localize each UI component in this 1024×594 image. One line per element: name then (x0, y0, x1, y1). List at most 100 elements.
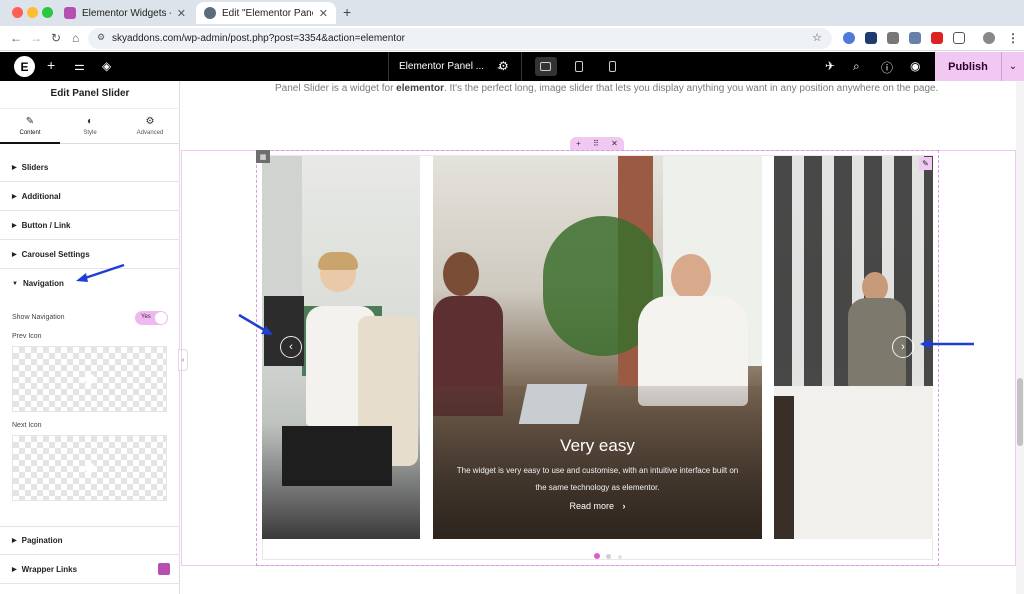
tablet-view-button[interactable] (568, 57, 590, 76)
caret-right-icon: ▶ (12, 566, 17, 573)
read-more-link[interactable]: Read more › (433, 501, 762, 511)
preview-eye-icon[interactable]: ◉ (910, 59, 920, 73)
show-navigation-label: Show Navigation (12, 314, 65, 321)
desktop-view-button[interactable] (535, 57, 557, 76)
caret-right-icon: ▶ (12, 222, 17, 229)
section-label: Pagination (21, 536, 63, 545)
section-label: Carousel Settings (21, 249, 90, 259)
structure-layers-icon[interactable]: ◈ (102, 59, 111, 73)
caret-right-icon: ▶ (12, 538, 17, 544)
tab-advanced[interactable]: ⚙ Advanced (120, 109, 180, 144)
mobile-view-button[interactable] (602, 57, 624, 76)
contrast-icon: ◐ (86, 116, 94, 127)
prev-icon-picker[interactable] (12, 346, 167, 412)
sky-addons-badge-icon (158, 563, 170, 575)
tab-advanced-label: Advanced (136, 130, 164, 136)
toggle-value: Yes (141, 314, 151, 320)
extension-colorful-icon[interactable] (843, 32, 855, 44)
section-label: Navigation (22, 279, 64, 288)
slide-2-man-left-head (443, 252, 479, 296)
slider-prev-button[interactable]: ‹ (280, 336, 302, 358)
browser-tab-edit-panel-slider[interactable]: Edit "Elementor Panel Slider " ✕ (196, 2, 336, 24)
section-button-link[interactable]: ▶ Button / Link (0, 211, 180, 240)
back-arrow-icon[interactable]: ← (10, 31, 22, 45)
canvas-scrollbar-thumb[interactable] (1017, 378, 1023, 446)
caret-right-icon: ▶ (12, 164, 17, 171)
close-window-button[interactable] (12, 7, 23, 18)
close-tab-icon[interactable]: ✕ (319, 7, 328, 20)
delete-section-icon[interactable]: ✕ (611, 139, 618, 148)
elementor-logo[interactable]: E (14, 56, 35, 77)
url-text: skyaddons.com/wp-admin/post.php?post=335… (112, 33, 405, 44)
intro-bold-text: elementor (396, 83, 444, 94)
profile-avatar[interactable] (983, 32, 995, 44)
url-field[interactable]: ⚙ skyaddons.com/wp-admin/post.php?post=3… (88, 28, 832, 49)
browser-tab-bar: Elementor Widgets - Sky Add ✕ Edit "Elem… (0, 0, 1024, 26)
pagination-dot-1[interactable] (594, 553, 600, 559)
slide-3-person-edge (774, 396, 794, 539)
section-pagination[interactable]: ▶ Pagination (0, 526, 180, 555)
maximize-window-button[interactable] (42, 7, 53, 18)
browser-menu-icon[interactable]: ⋮ (1007, 31, 1019, 45)
page-selector-label: Elementor Panel ... (399, 61, 485, 72)
extension-grid-icon[interactable] (887, 32, 899, 44)
drag-handle-icon[interactable]: ⠿ (593, 139, 599, 148)
home-icon[interactable]: ⌂ (72, 31, 79, 45)
tab-style[interactable]: ◐ Style (60, 109, 120, 144)
reload-icon[interactable]: ↻ (51, 31, 61, 45)
minimize-window-button[interactable] (27, 7, 38, 18)
slide-2-laptop (518, 384, 588, 424)
edit-widget-pencil-icon[interactable]: ✎ (919, 157, 932, 170)
intro-paragraph: Panel Slider is a widget for elementor. … (275, 83, 938, 94)
next-icon-picker[interactable] (12, 435, 167, 501)
section-wrapper-links[interactable]: ▶ Wrapper Links (0, 555, 180, 584)
panel-title: Edit Panel Slider (50, 88, 130, 99)
caret-down-icon: ▼ (12, 280, 18, 287)
extension-translate-icon[interactable] (909, 32, 921, 44)
search-icon[interactable]: ⌕ (853, 59, 860, 74)
publish-options-chevron-icon[interactable]: ⌄ (1001, 52, 1024, 81)
new-tab-button[interactable]: + (343, 4, 351, 20)
section-additional[interactable]: ▶ Additional (0, 182, 180, 211)
extensions-puzzle-icon[interactable] (953, 32, 965, 44)
forward-arrow-icon[interactable]: → (30, 31, 42, 45)
page-settings-gear-icon[interactable]: ⚙ (498, 59, 509, 73)
section-handle[interactable]: + ⠿ ✕ (570, 137, 624, 150)
slide-3-table (774, 386, 933, 539)
panel-tabs: ✎ Content ◐ Style ⚙ Advanced (0, 108, 180, 144)
tab-content[interactable]: ✎ Content (0, 109, 60, 144)
sky-addons-favicon-icon (64, 7, 76, 19)
canvas-scrollbar-track[interactable] (1016, 81, 1024, 594)
section-sliders[interactable]: ▶ Sliders (0, 153, 180, 182)
slide-description: The widget is very easy to use and custo… (456, 466, 739, 492)
editor-panel: Edit Panel Slider ✎ Content ◐ Style ⚙ Ad… (0, 81, 180, 594)
browser-tab-sky-addons[interactable]: Elementor Widgets - Sky Add ✕ (56, 2, 194, 24)
column-handle-icon[interactable]: ▦ (256, 150, 270, 163)
extension-shield-icon[interactable] (865, 32, 877, 44)
add-section-icon[interactable]: + (576, 139, 581, 148)
pagination-dot-2[interactable] (606, 554, 611, 559)
prev-icon-label: Prev Icon (12, 333, 42, 340)
caret-right-icon: ▶ (12, 193, 17, 200)
close-tab-icon[interactable]: ✕ (177, 7, 186, 20)
extension-red-icon[interactable] (931, 32, 943, 44)
annotation-arrow-next-button (920, 339, 974, 349)
add-element-icon[interactable]: + (47, 57, 55, 73)
intro-text-end: . It's the perfect long, image slider th… (443, 83, 939, 94)
show-navigation-toggle[interactable]: Yes (135, 311, 168, 325)
site-settings-sliders-icon[interactable]: ⚌ (74, 59, 85, 73)
help-icon[interactable]: ⓘ (881, 59, 893, 76)
publish-button[interactable]: Publish (935, 52, 1001, 81)
notifications-rocket-icon[interactable]: ✈ (825, 59, 835, 73)
toggle-knob (155, 312, 167, 324)
caret-right-icon: ▶ (12, 251, 17, 258)
add-icon (85, 374, 95, 384)
slide-1-hair (318, 252, 358, 270)
slide-1-legs (282, 426, 392, 486)
section-label: Button / Link (21, 220, 71, 230)
bookmark-star-icon[interactable]: ☆ (812, 31, 822, 44)
slider-next-button[interactable]: › (892, 336, 914, 358)
site-settings-icon[interactable]: ⚙ (97, 32, 105, 43)
annotation-arrow-prev-button (238, 313, 273, 335)
pagination-dot-3[interactable] (618, 555, 622, 559)
